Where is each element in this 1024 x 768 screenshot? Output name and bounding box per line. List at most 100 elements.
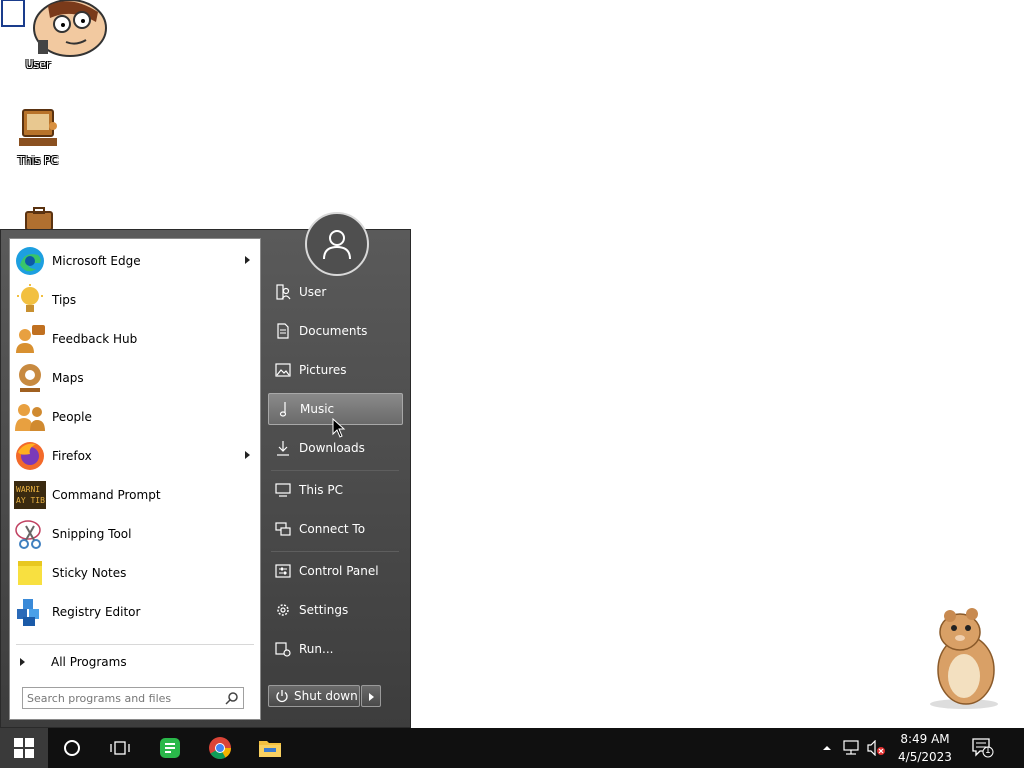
all-programs-button[interactable]: All Programs: [10, 650, 260, 674]
desktop-icon-briefcase[interactable]: [0, 206, 76, 230]
all-programs-label: All Programs: [51, 655, 127, 669]
program-label: Microsoft Edge: [52, 254, 141, 268]
desktop-icon-label: This PC: [17, 154, 59, 167]
place-label: Settings: [299, 603, 349, 617]
program-feedback-hub[interactable]: Feedback Hub: [10, 321, 260, 357]
edge-icon: [13, 244, 47, 278]
windows-start-icon: [14, 738, 34, 758]
mouse-cursor-icon: [332, 418, 346, 438]
program-people[interactable]: People: [10, 399, 260, 435]
tray-overflow-button[interactable]: [818, 728, 836, 768]
program-label: People: [52, 410, 92, 424]
taskbar-app-chrome[interactable]: [198, 728, 242, 768]
user-silhouette-icon: [323, 230, 351, 260]
taskbar-app-green[interactable]: [148, 728, 192, 768]
desktop-icon-this-pc[interactable]: This PC: [0, 106, 76, 167]
file-explorer-icon: [259, 741, 281, 757]
place-label: Documents: [299, 324, 368, 338]
place-run[interactable]: Run...: [268, 633, 403, 665]
program-label: Snipping Tool: [52, 527, 132, 541]
command-prompt-icon: WARNI AY TIB: [13, 478, 47, 512]
place-label: User: [299, 285, 327, 299]
place-connect-to[interactable]: Connect To: [268, 513, 403, 545]
registry-icon: [13, 595, 47, 629]
expand-arrow-icon: [20, 658, 25, 666]
program-label: Sticky Notes: [52, 566, 127, 580]
divider: [271, 551, 399, 552]
green-app-icon: [160, 738, 180, 758]
place-label: Music: [300, 402, 335, 416]
place-label: Downloads: [299, 441, 365, 455]
briefcase-icon: [25, 207, 53, 230]
desktop-icon-label: User: [25, 58, 51, 71]
firefox-icon: [13, 439, 47, 473]
program-command-prompt[interactable]: WARNI AY TIB Command Prompt: [10, 477, 260, 513]
notification-center-button[interactable]: 1: [966, 728, 1000, 768]
program-snipping-tool[interactable]: Snipping Tool: [10, 516, 260, 552]
place-documents[interactable]: Documents: [268, 315, 403, 347]
program-tips[interactable]: Tips: [10, 282, 260, 318]
program-label: Registry Editor: [52, 605, 141, 619]
feedback-icon: [13, 322, 47, 356]
download-icon: [271, 440, 295, 456]
svg-text:AY TIB: AY TIB: [16, 496, 45, 505]
program-label: Tips: [52, 293, 77, 307]
system-clock[interactable]: 8:49 AM 4/5/2023: [888, 730, 962, 766]
document-icon: [271, 323, 295, 339]
program-registry-editor[interactable]: Registry Editor: [10, 594, 260, 630]
program-sticky-notes[interactable]: Sticky Notes: [10, 555, 260, 591]
computer-icon: [19, 109, 57, 146]
place-label: Control Panel: [299, 564, 379, 578]
volume-tray-button[interactable]: [864, 728, 888, 768]
notification-count-badge: 1: [985, 746, 991, 756]
divider: [271, 470, 399, 471]
clock-date: 4/5/2023: [898, 750, 952, 764]
shutdown-button[interactable]: Shut down: [268, 685, 360, 707]
svg-text:WARNI: WARNI: [16, 485, 40, 494]
scissors-icon: [13, 517, 47, 551]
control-panel-icon: [271, 564, 295, 578]
gear-icon: [271, 602, 295, 618]
start-menu: Microsoft Edge Tips Feedback Hub Maps Pe…: [0, 212, 411, 728]
place-label: Pictures: [299, 363, 347, 377]
chrome-icon: [209, 737, 231, 759]
taskbar-app-file-explorer[interactable]: [248, 728, 292, 768]
maps-icon: [13, 361, 47, 395]
shutdown-options-button[interactable]: [361, 685, 381, 707]
sticky-note-icon: [13, 556, 47, 590]
search-box[interactable]: [22, 687, 244, 709]
place-this-pc[interactable]: This PC: [268, 474, 403, 506]
music-note-icon: [272, 401, 296, 417]
divider: [16, 644, 254, 645]
search-input[interactable]: [27, 690, 217, 706]
power-icon: [275, 689, 289, 703]
user-avatar[interactable]: [305, 212, 369, 276]
connect-icon: [271, 522, 295, 536]
place-user[interactable]: User: [268, 276, 403, 308]
search-icon[interactable]: [225, 691, 239, 708]
program-maps[interactable]: Maps: [10, 360, 260, 396]
program-label: Firefox: [52, 449, 92, 463]
submenu-arrow-icon: [245, 451, 250, 459]
program-firefox[interactable]: Firefox: [10, 438, 260, 474]
picture-icon: [271, 363, 295, 377]
cortana-button[interactable]: [50, 728, 94, 768]
program-label: Feedback Hub: [52, 332, 138, 346]
desktop-icon-user[interactable]: User: [0, 0, 107, 71]
user-cartoon-icon: [1, 0, 107, 57]
place-label: This PC: [299, 483, 343, 497]
people-icon: [13, 400, 47, 434]
start-button[interactable]: [0, 728, 48, 768]
place-control-panel[interactable]: Control Panel: [268, 555, 403, 587]
place-pictures[interactable]: Pictures: [268, 354, 403, 386]
taskbar: 8:49 AM 4/5/2023 1: [0, 728, 1024, 768]
task-view-button[interactable]: [98, 728, 142, 768]
program-microsoft-edge[interactable]: Microsoft Edge: [10, 243, 260, 279]
shutdown-label: Shut down: [294, 689, 358, 703]
cortana-circle-icon: [64, 740, 80, 756]
run-icon: [271, 641, 295, 657]
monitor-icon: [271, 483, 295, 497]
network-tray-button[interactable]: [838, 728, 864, 768]
place-settings[interactable]: Settings: [268, 594, 403, 626]
place-label: Run...: [299, 642, 334, 656]
